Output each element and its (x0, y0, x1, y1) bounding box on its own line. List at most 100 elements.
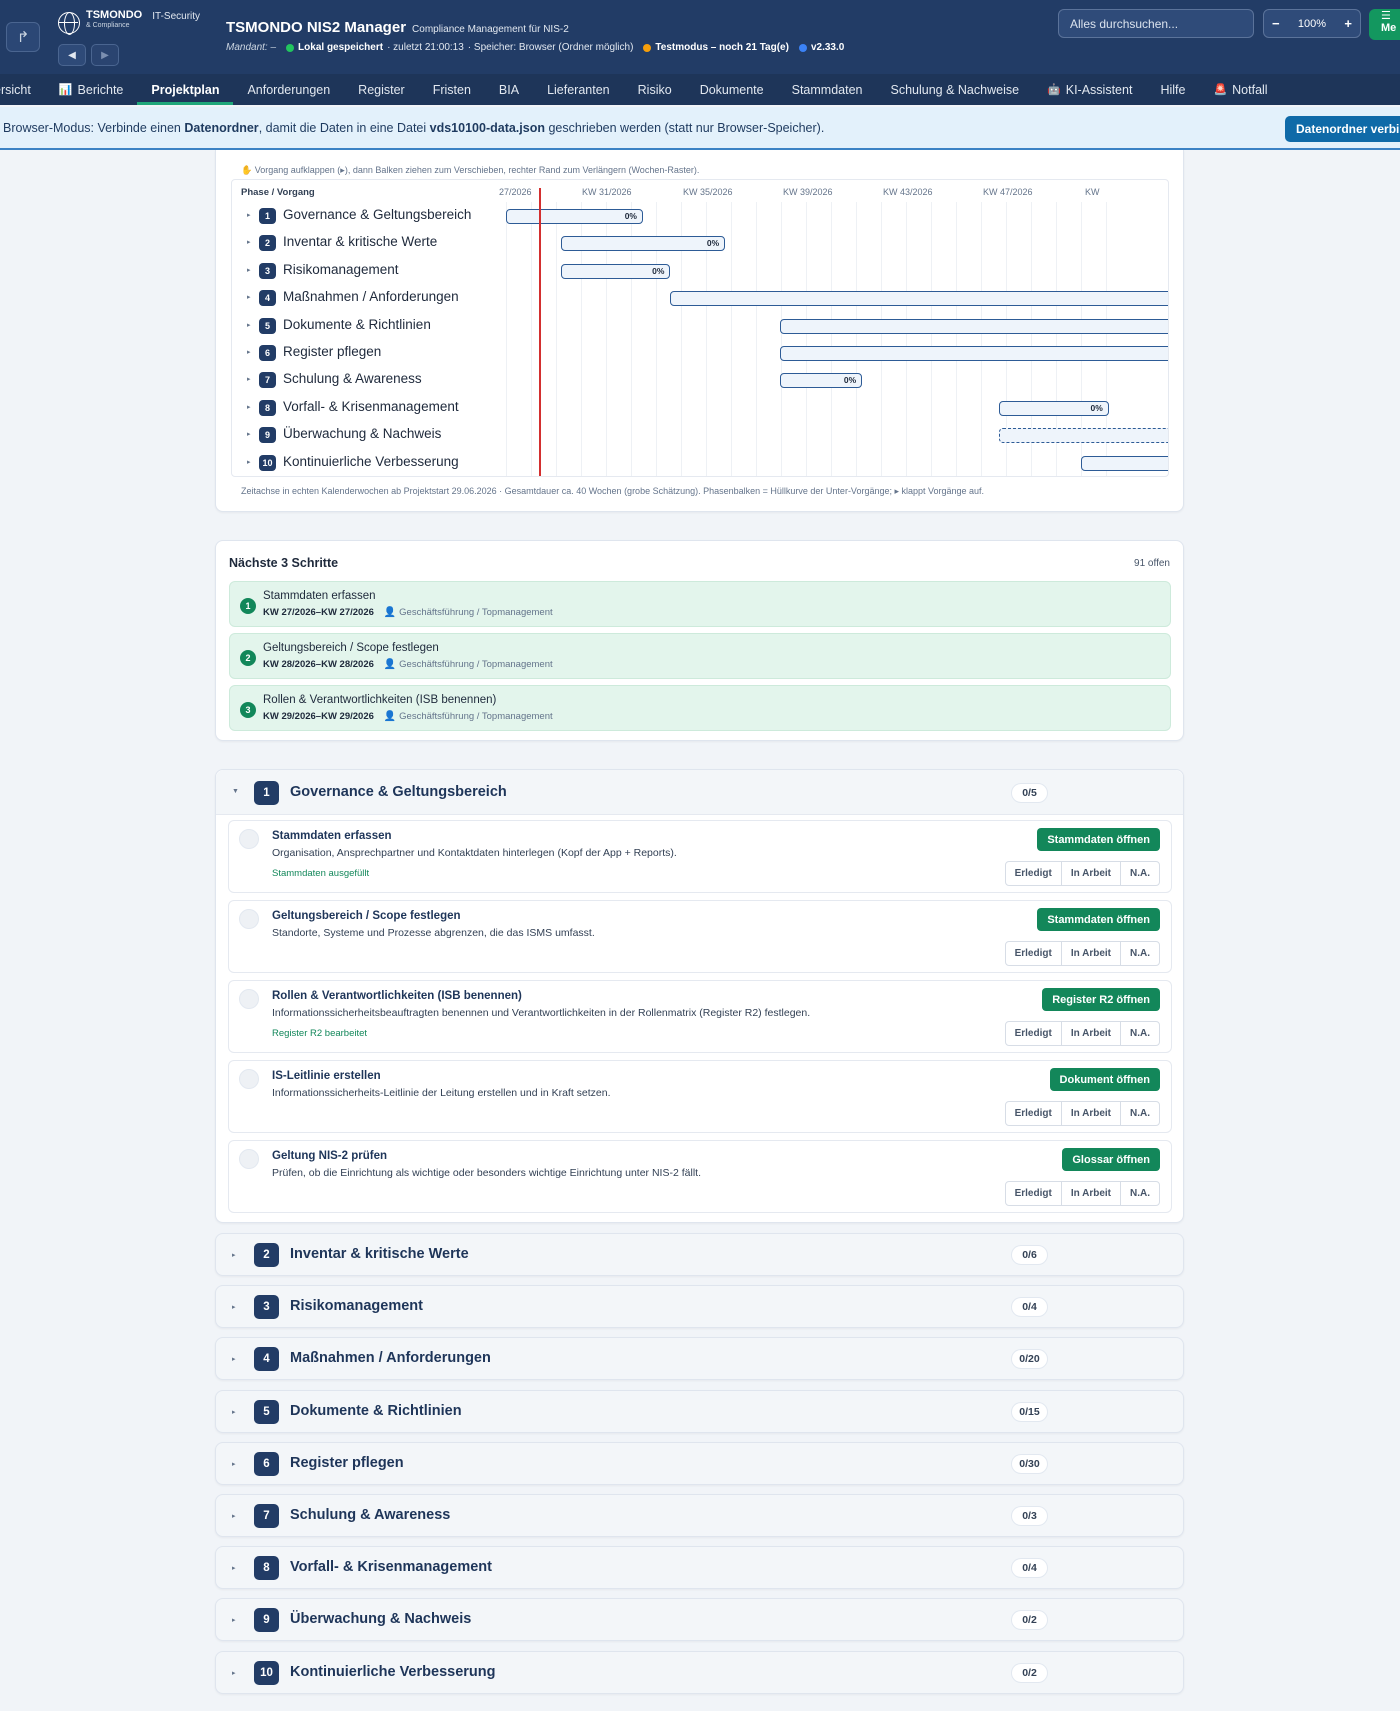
mandant-label: Mandant: – (226, 42, 277, 53)
tab-bia[interactable]: BIA (485, 74, 533, 105)
gantt-bar[interactable]: 0% (560, 236, 726, 252)
next-step-item[interactable]: 2 Geltungsbereich / Scope festlegen KW 28/… (229, 633, 1171, 679)
gantt-bar[interactable]: 0% (999, 400, 1109, 416)
expand-arrow-icon[interactable]: ▸ (247, 211, 251, 219)
expand-arrow-icon[interactable]: ▸ (247, 293, 251, 301)
status-done-button[interactable]: Erledigt (1006, 942, 1061, 965)
gantt-bar[interactable] (670, 291, 1168, 307)
expand-arrow-icon[interactable]: ▸ (247, 458, 251, 466)
gantt-bar[interactable] (999, 428, 1168, 444)
phase-2-section[interactable]: ▸ 2 Inventar & kritische Werte 0/6 (215, 1233, 1184, 1276)
gantt-bar[interactable] (780, 346, 1168, 361)
history-forward-icon[interactable]: ▶ (91, 44, 119, 66)
tab-suppliers[interactable]: Lieferanten (533, 74, 624, 105)
tab-reports[interactable]: 📊 Berichte (45, 74, 138, 105)
chevron-right-icon[interactable]: ▸ (232, 1564, 236, 1572)
status-done-button[interactable]: Erledigt (1006, 1022, 1061, 1045)
phase-5-section[interactable]: ▸ 5 Dokumente & Richtlinien 0/15 (215, 1389, 1184, 1433)
task-status-circle-icon[interactable] (239, 1149, 259, 1169)
status-na-button[interactable]: N.A. (1120, 862, 1159, 885)
phase-progress-count: 0/30 (1011, 1453, 1048, 1474)
gantt-bar[interactable]: 0 (1081, 455, 1168, 471)
tab-training[interactable]: Schulung & Nachweise (877, 74, 1034, 105)
status-na-button[interactable]: N.A. (1120, 1102, 1159, 1125)
gantt-bar[interactable] (780, 318, 1168, 334)
menu-button[interactable]: ☰ Me (1369, 9, 1400, 40)
chevron-right-icon[interactable]: ▸ (232, 1460, 236, 1468)
task-open-button[interactable]: Register R2 öffnen (1042, 988, 1160, 1011)
back-arrow-icon[interactable]: ↱ (6, 22, 40, 52)
status-in-progress-button[interactable]: In Arbeit (1060, 1022, 1120, 1045)
gantt-row: ▸ 3 Risikomanagement 0% (232, 257, 1168, 284)
gantt-week-label: 27/2026 (499, 187, 532, 197)
chevron-right-icon[interactable]: ▸ (232, 1669, 236, 1677)
task-open-button[interactable]: Glossar öffnen (1062, 1148, 1160, 1171)
status-in-progress-button[interactable]: In Arbeit (1060, 942, 1120, 965)
task-open-button[interactable]: Stammdaten öffnen (1037, 908, 1160, 931)
task-status-circle-icon[interactable] (239, 1069, 259, 1089)
status-in-progress-button[interactable]: In Arbeit (1060, 862, 1120, 885)
phase-7-section[interactable]: ▸ 7 Schulung & Awareness 0/3 (215, 1494, 1184, 1537)
zoom-in-button[interactable]: + (1344, 16, 1352, 31)
phase-3-section[interactable]: ▸ 3 Risikomanagement 0/4 (215, 1285, 1184, 1329)
task-status-circle-icon[interactable] (239, 989, 259, 1009)
connect-folder-button[interactable]: Datenordner verbinden (1285, 116, 1400, 142)
status-in-progress-button[interactable]: In Arbeit (1060, 1102, 1120, 1125)
phase-4-section[interactable]: ▸ 4 Maßnahmen / Anforderungen 0/20 (215, 1337, 1184, 1381)
expand-arrow-icon[interactable]: ▸ (247, 238, 251, 246)
tab-register[interactable]: Register (344, 74, 419, 105)
tab-risk[interactable]: Risiko (624, 74, 686, 105)
next-step-item[interactable]: 3 Rollen & Verantwortlichkeiten (ISB bene… (229, 685, 1171, 731)
status-done-button[interactable]: Erledigt (1006, 1182, 1061, 1205)
tab-master-data[interactable]: Stammdaten (778, 74, 877, 105)
tab-requirements[interactable]: Anforderungen (233, 74, 344, 105)
task-status-circle-icon[interactable] (239, 829, 259, 849)
tab-ai-assistant[interactable]: 🤖 KI-Assistent (1033, 74, 1146, 105)
history-back-icon[interactable]: ◀ (58, 44, 86, 66)
status-na-button[interactable]: N.A. (1120, 1182, 1159, 1205)
tab-deadlines[interactable]: Fristen (419, 74, 485, 105)
tab-project-plan[interactable]: Projektplan (137, 74, 234, 105)
zoom-out-button[interactable]: − (1272, 16, 1280, 31)
status-na-button[interactable]: N.A. (1120, 942, 1159, 965)
logo: TSMONDO & Compliance IT-Security (58, 10, 200, 35)
chevron-right-icon[interactable]: ▸ (232, 1616, 236, 1624)
phase-9-section[interactable]: ▸ 9 Überwachung & Nachweis 0/2 (215, 1598, 1184, 1642)
tab-label: Anforderungen (247, 82, 331, 97)
gantt-bar[interactable]: 0% (560, 263, 671, 279)
status-done-button[interactable]: Erledigt (1006, 1102, 1061, 1125)
task-open-button[interactable]: Dokument öffnen (1049, 1068, 1160, 1091)
status-done-button[interactable]: Erledigt (1006, 862, 1061, 885)
tab-overview[interactable]: ersicht (0, 74, 45, 105)
tab-help[interactable]: Hilfe (1146, 74, 1199, 105)
expand-arrow-icon[interactable]: ▸ (247, 403, 251, 411)
expand-arrow-icon[interactable]: ▸ (247, 375, 251, 383)
search-input[interactable]: Alles durchsuchen... (1058, 9, 1254, 38)
chevron-right-icon[interactable]: ▸ (232, 1355, 236, 1363)
task-title: Geltung NIS-2 prüfen (272, 1150, 387, 1162)
phase-6-section[interactable]: ▸ 6 Register pflegen 0/30 (215, 1441, 1184, 1485)
chevron-right-icon[interactable]: ▸ (232, 1512, 236, 1520)
task-open-button[interactable]: Stammdaten öffnen (1037, 828, 1160, 851)
gantt-bar[interactable]: 0% (780, 373, 863, 389)
chevron-right-icon[interactable]: ▸ (232, 1408, 236, 1416)
expand-arrow-icon[interactable]: ▸ (247, 321, 251, 329)
tab-documents[interactable]: Dokumente (686, 74, 778, 105)
gantt-bar[interactable]: 0% (506, 209, 643, 224)
task-status-circle-icon[interactable] (239, 909, 259, 929)
expand-arrow-icon[interactable]: ▸ (247, 266, 251, 274)
chevron-down-icon[interactable]: ▼ (232, 788, 239, 795)
phase-progress-count: 0/3 (1011, 1506, 1048, 1526)
chevron-right-icon[interactable]: ▸ (232, 1251, 236, 1259)
chevron-right-icon[interactable]: ▸ (232, 1303, 236, 1311)
expand-arrow-icon[interactable]: ▸ (247, 348, 251, 356)
phase-8-section[interactable]: ▸ 8 Vorfall- & Krisenmanagement 0/4 (215, 1546, 1184, 1590)
next-step-item[interactable]: 1 Stammdaten erfassen KW 27/2026–KW 27/202… (229, 581, 1171, 627)
phase-10-section[interactable]: ▸ 10 Kontinuierliche Verbesserung 0/2 (215, 1650, 1184, 1694)
tab-emergency[interactable]: 🚨 Notfall (1199, 74, 1281, 105)
expand-arrow-icon[interactable]: ▸ (247, 430, 251, 438)
status-na-button[interactable]: N.A. (1120, 1022, 1159, 1045)
status-in-progress-button[interactable]: In Arbeit (1060, 1182, 1120, 1205)
phase-header[interactable]: ▼ 1 Governance & Geltungsbereich 0/5 (216, 770, 1183, 815)
phase-number-badge: 10 (259, 454, 276, 471)
